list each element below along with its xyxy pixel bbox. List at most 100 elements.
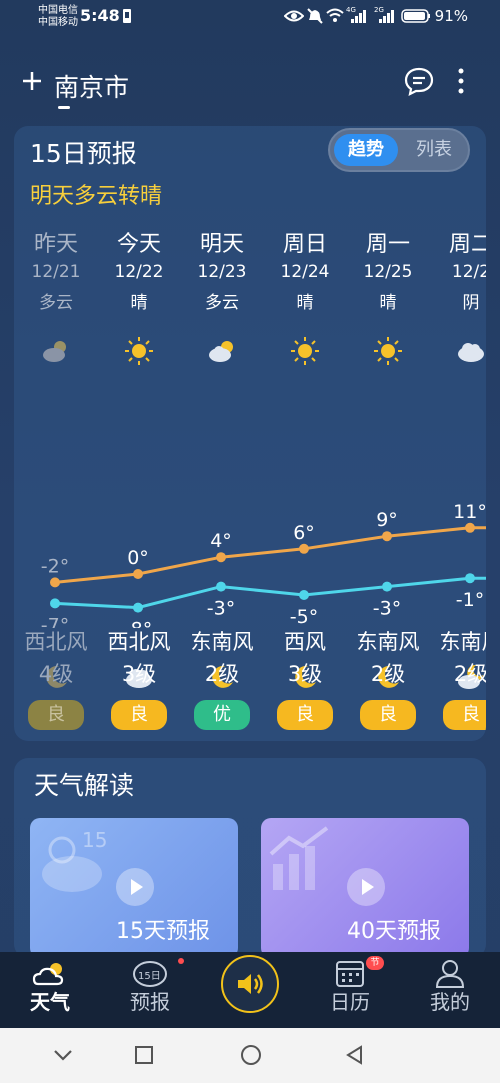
high-temp-point	[50, 577, 60, 588]
battery-icon	[401, 9, 430, 23]
high-temp-point	[216, 552, 226, 563]
low-temp-label: -3°	[373, 598, 401, 620]
low-temp-point	[216, 581, 226, 592]
cloud-icon	[458, 343, 484, 362]
nav-label: 天气	[30, 990, 70, 1014]
forecast-summary: 明天多云转晴	[30, 184, 163, 209]
city-name[interactable]: 南京市	[54, 68, 129, 104]
high-temp-label: 0°	[127, 547, 149, 569]
carrier-1: 中国电信	[38, 5, 78, 16]
day-condition: 阴	[462, 293, 480, 313]
interpretation-title: 天气解读	[34, 771, 135, 800]
aqi-badge: 良	[28, 700, 84, 730]
aqi-badge: 良	[443, 700, 486, 730]
nav-tab-profile[interactable]: 我的	[410, 952, 490, 1028]
sun-icon	[125, 337, 153, 365]
aqi-badge: 良	[277, 700, 333, 730]
nav-label: 预报	[130, 990, 170, 1014]
home-icon[interactable]	[239, 1044, 263, 1068]
high-temp-point	[382, 531, 392, 542]
wind-level: 4级	[38, 662, 74, 686]
system-nav-bar	[0, 1028, 500, 1083]
calendar-icon	[336, 961, 364, 987]
high-temp-label: 4°	[210, 530, 232, 552]
temperature-chart: -2°0°4°6°9°11°-7°-8°-3°-5°-3°-1°	[41, 501, 486, 628]
back-icon[interactable]	[344, 1044, 366, 1066]
low-temp-point	[465, 573, 475, 584]
day-condition: 晴	[130, 293, 148, 313]
status-bar: 中国电信 中国移动 5:48 4G 2G 91%	[0, 0, 500, 34]
day-name: 今天	[116, 232, 161, 257]
bottom-nav: 天气 15日 预报 节 日历 我的	[0, 952, 500, 1028]
toggle-list[interactable]: 列表	[402, 134, 466, 166]
high-temp-label: 9°	[376, 509, 398, 531]
wifi-icon	[326, 8, 344, 22]
high-temp-point	[299, 543, 309, 554]
nav-tab-forecast[interactable]: 15日 预报	[110, 952, 190, 1028]
high-temp-label: 11°	[453, 501, 486, 523]
day-name: 周一	[365, 232, 410, 257]
nav-tab-weather[interactable]: 天气	[10, 952, 90, 1028]
day-date: 12/24	[280, 262, 330, 282]
forecast-tab-icon-text: 15日	[138, 971, 161, 982]
play-icon[interactable]	[347, 868, 385, 906]
signal-1-icon	[351, 10, 366, 23]
low-temp-point	[299, 590, 309, 600]
user-icon	[435, 960, 465, 988]
high-temp-point	[465, 522, 475, 533]
voice-broadcast-button[interactable]	[221, 955, 279, 1013]
high-temp-label: -2°	[41, 555, 69, 577]
chevron-down-icon[interactable]	[52, 1044, 74, 1066]
low-temp-point	[133, 602, 143, 613]
day-condition: 晴	[379, 293, 397, 313]
forecast-title: 15日预报	[30, 139, 137, 168]
toggle-trend[interactable]: 趋势	[334, 134, 398, 166]
eye-icon	[284, 10, 304, 22]
day-name: 周二	[448, 232, 486, 257]
wind-direction: 西北风	[107, 630, 171, 654]
wind-direction: 东南风	[439, 630, 487, 654]
day-date: 12/2	[451, 262, 486, 282]
wind-level: 2级	[204, 662, 240, 686]
wind-direction: 西风	[284, 630, 326, 654]
add-city-button[interactable]	[20, 66, 44, 96]
tile-decor-number: 15	[82, 828, 108, 852]
low-temp-point	[382, 581, 392, 592]
tile-label: 40天预报	[347, 919, 441, 944]
weather-tab-icon	[32, 963, 64, 986]
nav-label: 日历	[330, 990, 370, 1014]
recent-apps-icon[interactable]	[133, 1044, 155, 1066]
low-temp-label: -1°	[456, 589, 484, 611]
header: 南京市	[0, 60, 500, 116]
high-temp-line	[54, 526, 486, 584]
nav-label: 我的	[430, 990, 470, 1014]
page-indicator	[58, 106, 70, 109]
message-icon[interactable]	[404, 66, 434, 96]
day-name: 明天	[199, 232, 244, 257]
wind-level: 2级	[370, 662, 406, 686]
video-15-day-forecast[interactable]: 15 15天预报	[30, 818, 238, 958]
cloudy-day-icon	[43, 341, 66, 362]
day-name: 周日	[282, 232, 327, 257]
cloudy-day-icon	[209, 341, 233, 362]
more-options-icon[interactable]	[454, 66, 468, 96]
wind-level: 3级	[121, 662, 157, 686]
day-condition: 晴	[296, 293, 314, 313]
status-time: 5:48	[80, 6, 120, 25]
forecast-card: 15日预报 趋势 列表 明天多云转晴 昨天 12/21 多云 晴 今天 12/2…	[14, 126, 486, 741]
day-date: 12/23	[197, 262, 247, 282]
wind-direction: 西北风	[24, 630, 88, 654]
weather-interpretation-card: 天气解读 15 15天预报 40天预报	[14, 758, 486, 958]
notification-dot	[178, 958, 184, 964]
sim-icon	[123, 9, 131, 23]
day-date: 12/21	[31, 262, 81, 282]
carrier-labels: 中国电信 中国移动	[38, 5, 78, 29]
low-temp-label: -3°	[207, 598, 235, 620]
play-icon[interactable]	[116, 868, 154, 906]
sun-icon	[291, 337, 319, 365]
bar-chart-decoration-icon	[269, 826, 329, 890]
video-40-day-forecast[interactable]: 40天预报	[261, 818, 469, 958]
nav-tab-calendar[interactable]: 节 日历	[310, 952, 390, 1028]
view-toggle[interactable]: 趋势 列表	[328, 128, 470, 172]
carrier-2: 中国移动	[38, 17, 78, 28]
